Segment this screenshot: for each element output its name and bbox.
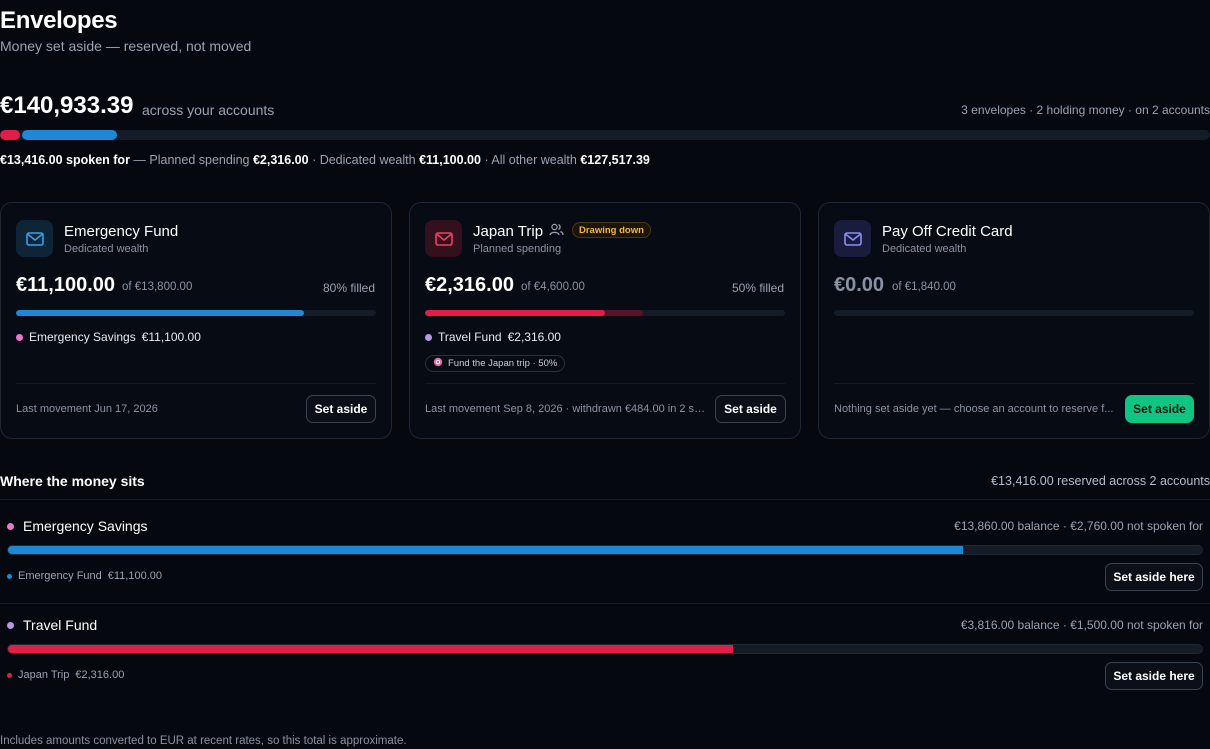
- envelope-amount: €11,100.00: [16, 274, 115, 296]
- envelope-name: Emergency Fund: [64, 223, 179, 240]
- envelope-last-movement: Last movement Jun 17, 2026: [16, 403, 158, 415]
- account-envelope-amount: €11,100.00: [107, 570, 163, 582]
- account-allocation-bar: [7, 644, 1203, 654]
- other-label: · All other wealth: [484, 153, 577, 167]
- goal-pill[interactable]: Fund the Japan trip · 50%: [425, 355, 566, 372]
- account-envelope-entry: Japan Trip €2,316.00: [7, 669, 124, 681]
- envelope-target: of €4,600.00: [521, 281, 585, 293]
- card-divider: [834, 383, 1194, 384]
- account-allocation-fill: [8, 645, 733, 653]
- planned-label: — Planned spending: [133, 153, 250, 167]
- conversion-footnote: Includes amounts converted to EUR at rec…: [0, 735, 407, 747]
- spoken-for-breakdown: €13,416.00 spoken for — Planned spending…: [0, 153, 650, 167]
- envelope-progress-fill: [16, 310, 304, 316]
- envelope-count-meta: 3 envelopes · 2 holding money · on 2 acc…: [961, 103, 1210, 117]
- account-envelope-amount: €2,316.00: [75, 669, 125, 681]
- total-suffix: across your accounts: [142, 102, 275, 118]
- envelope-progress-bar: [834, 310, 1194, 316]
- account-dot: [425, 333, 432, 341]
- account-envelope-entry: Emergency Fund €11,100.00: [7, 570, 162, 582]
- allocation-planned-segment: [0, 130, 20, 140]
- account-balance-meta: €3,816.00 balance · €1,500.00 not spoken…: [960, 618, 1203, 632]
- other-amount: €127,517.39: [580, 153, 650, 167]
- envelope-type: Dedicated wealth: [882, 243, 967, 255]
- account-allocation-bar: [7, 545, 1203, 555]
- account-envelope-name: Japan Trip: [18, 669, 70, 681]
- account-envelope-name: Emergency Fund: [18, 570, 102, 582]
- envelope-card-pay-off-credit-card: Pay Off Credit Card Dedicated wealth €0.…: [818, 202, 1210, 439]
- envelope-icon: [425, 220, 462, 257]
- envelope-progress-fill: [425, 310, 605, 316]
- section-title-where-money-sits: Where the money sits: [0, 473, 145, 489]
- page-title: Envelopes: [0, 7, 118, 34]
- allocation-dedicated-segment: [22, 130, 117, 140]
- account-name-emergency-savings: Emergency Savings: [7, 518, 148, 534]
- envelope-fill-percent: 50% filled: [731, 281, 784, 295]
- set-aside-here-button[interactable]: Set aside here: [1105, 563, 1203, 591]
- source-account-amount: €11,100.00: [141, 330, 201, 344]
- envelope-progress-bar: [16, 310, 376, 316]
- total-summary: €140,933.39 across your accounts 3 envel…: [0, 92, 1210, 122]
- envelope-progress-bar: [425, 310, 785, 316]
- envelope-type: Planned spending: [473, 243, 562, 255]
- section-divider: [0, 499, 1210, 500]
- envelope-icon: [834, 220, 871, 257]
- target-icon: [433, 357, 443, 370]
- envelope-empty-hint: Nothing set aside yet — choose an accoun…: [834, 403, 1114, 415]
- planned-amount: €2,316.00: [252, 153, 309, 167]
- account-allocation-fill: [8, 546, 964, 554]
- section-meta-reserved: €13,416.00 reserved across 2 accounts: [991, 474, 1210, 488]
- account-dot: [16, 333, 23, 341]
- source-account-name: Emergency Savings: [29, 330, 136, 344]
- set-aside-button[interactable]: Set aside: [1125, 395, 1194, 423]
- envelope-source: Travel Fund €2,316.00: [425, 330, 561, 344]
- envelope-type: Dedicated wealth: [64, 243, 149, 255]
- envelope-dot: [7, 573, 12, 579]
- account-name-travel-fund: Travel Fund: [7, 617, 97, 633]
- total-amount: €140,933.39: [0, 92, 134, 119]
- set-aside-here-button[interactable]: Set aside here: [1105, 662, 1203, 690]
- card-divider: [16, 383, 376, 384]
- envelope-amount: €2,316.00: [425, 274, 514, 296]
- envelope-last-movement: Last movement Sep 8, 2026 · withdrawn €4…: [425, 403, 707, 415]
- account-dot: [7, 621, 14, 629]
- envelope-card-japan-trip: Japan Trip Drawing down Planned spending…: [409, 202, 801, 439]
- account-dot: [7, 522, 14, 530]
- account-divider: [0, 603, 1210, 604]
- set-aside-button[interactable]: Set aside: [715, 395, 786, 423]
- source-account-name: Travel Fund: [438, 330, 502, 344]
- page-subtitle: Money set aside — reserved, not moved: [0, 38, 252, 54]
- envelope-card-emergency-fund: Emergency Fund Dedicated wealth €11,100.…: [0, 202, 392, 439]
- source-account-amount: €2,316.00: [507, 330, 561, 344]
- envelope-name: Japan Trip: [473, 223, 544, 240]
- envelope-dot: [7, 672, 12, 678]
- envelope-source: Emergency Savings €11,100.00: [16, 330, 201, 344]
- envelope-fill-percent: 80% filled: [322, 281, 375, 295]
- dedicated-amount: €11,100.00: [419, 153, 481, 167]
- shared-users-icon: [549, 223, 564, 241]
- account-balance-meta: €13,860.00 balance · €2,760.00 not spoke…: [954, 519, 1203, 533]
- allocation-bar: [0, 130, 1210, 140]
- envelope-target: of €1,840.00: [892, 281, 956, 293]
- goal-label: Fund the Japan trip · 50%: [448, 358, 558, 369]
- account-name-label: Emergency Savings: [23, 518, 148, 534]
- envelope-icon: [16, 220, 53, 257]
- account-name-label: Travel Fund: [23, 617, 98, 633]
- envelope-amount: €0.00: [834, 274, 885, 296]
- envelope-name: Pay Off Credit Card: [882, 223, 1013, 240]
- dedicated-label: · Dedicated wealth: [312, 153, 416, 167]
- drawing-down-badge: Drawing down: [572, 222, 651, 238]
- set-aside-button[interactable]: Set aside: [306, 395, 376, 423]
- spoken-for-amount: €13,416.00 spoken for: [0, 153, 130, 167]
- envelope-target: of €13,800.00: [122, 281, 193, 293]
- card-divider: [425, 383, 785, 384]
